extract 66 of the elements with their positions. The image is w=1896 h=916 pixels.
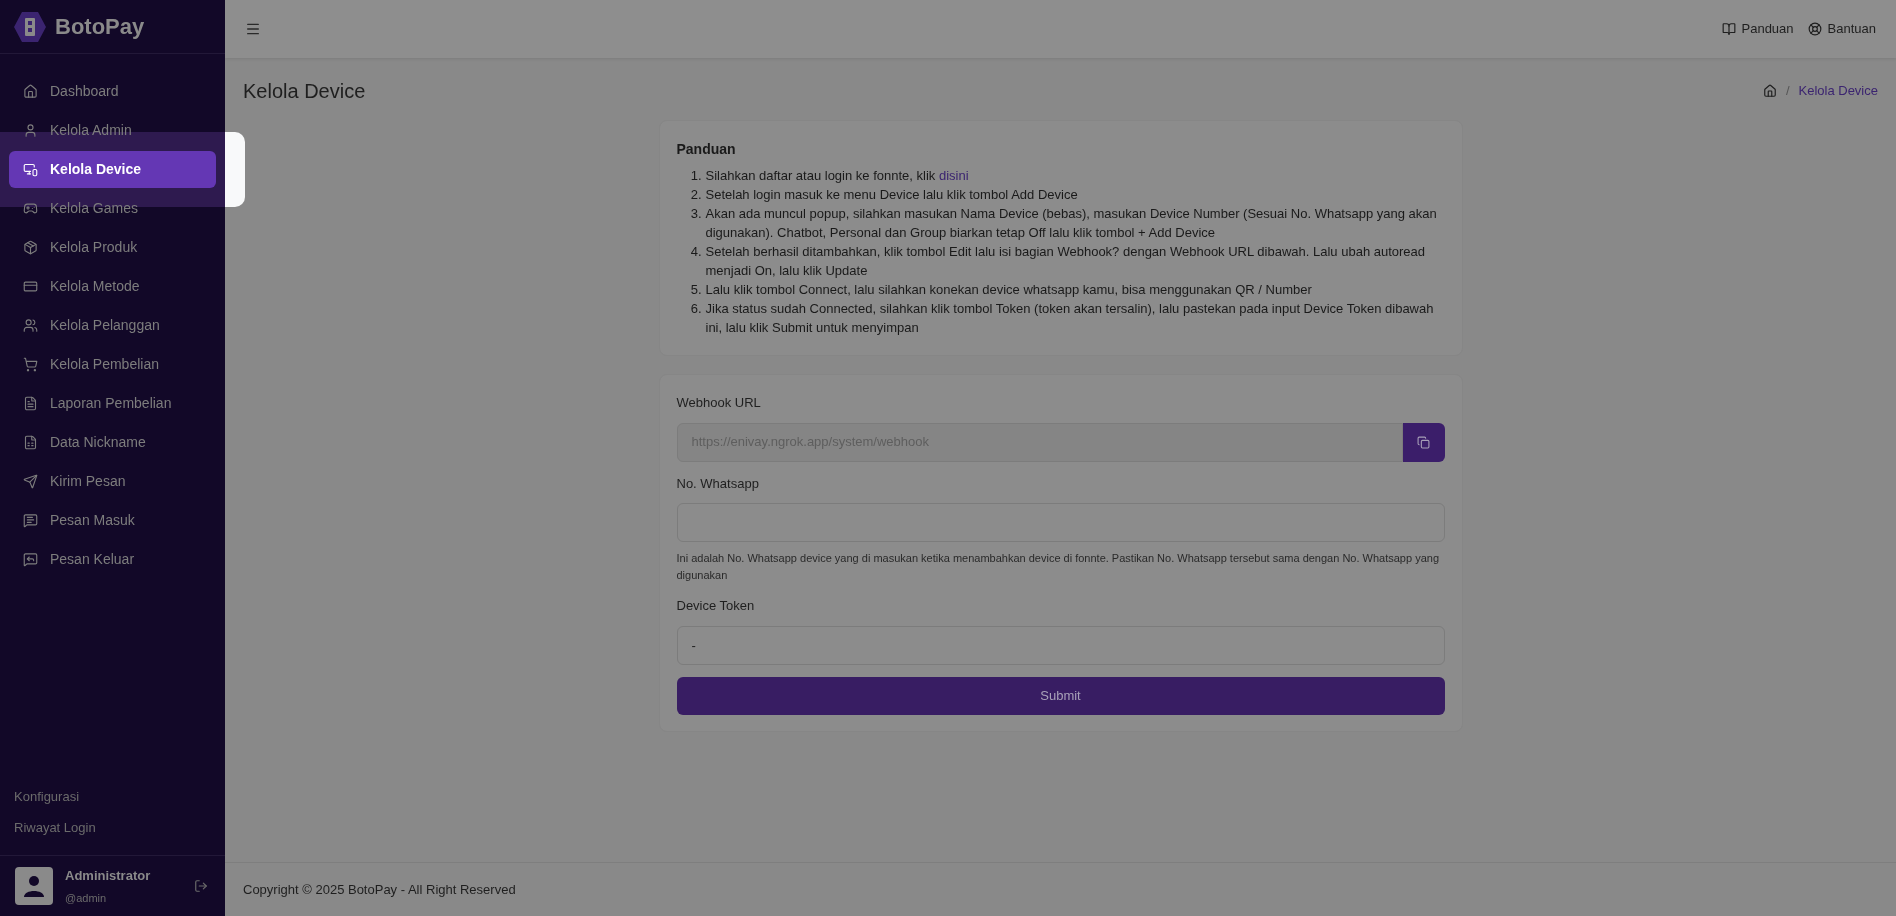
- breadcrumb-separator: /: [1785, 82, 1790, 101]
- copyright-text: Copyright © 2025 BotoPay - All Right Reserved: [243, 880, 516, 899]
- header-link[interactable]: Panduan: [1721, 19, 1794, 39]
- page-title: Kelola Device: [243, 79, 366, 104]
- user-handle: @admin: [65, 890, 108, 906]
- document-icon: [23, 396, 38, 411]
- guide-step: Silahkan daftar atau login ke fonnte, klik disini: [705, 166, 969, 185]
- register-link[interactable]: disini: [938, 168, 969, 183]
- step-number: 5.: [689, 281, 703, 299]
- home-icon: [23, 84, 38, 99]
- guide-title: Panduan: [676, 140, 737, 159]
- field-label: No. Whatsapp: [676, 474, 760, 493]
- sidebar-item[interactable]: Kirim Pesan: [9, 463, 216, 500]
- sidebar-item[interactable]: Dashboard: [9, 73, 216, 110]
- step-number: 6.: [689, 300, 703, 318]
- guide-step: Setelah berhasil ditambahkan, klik tombol Edit lalu isi bagian Webhook? dengan Webhook URL dibawah. Lalu ubah autoread menjadi On, lalu klik Update: [705, 242, 1445, 280]
- sidebar-link[interactable]: Riwayat Login: [14, 817, 211, 837]
- field-label: Webhook URL: [676, 394, 762, 412]
- sidebar-item[interactable]: Laporan Pembelian: [9, 385, 216, 422]
- step-number: 3.: [689, 205, 703, 223]
- input-field[interactable]: -: [676, 625, 1445, 665]
- guide-step: Lalu klik tombol Connect, lalu silahkan konekan device whatsapp kamu, bisa menggunakan QR / Number: [705, 280, 1312, 299]
- message-icon: [23, 513, 38, 528]
- message-reply-icon: [23, 552, 38, 567]
- sidebar-item[interactable]: Pesan Masuk: [9, 502, 216, 539]
- sidebar-item[interactable]: Kelola Produk: [9, 229, 216, 266]
- sidebar-item[interactable]: Kelola Pembelian: [9, 346, 216, 383]
- logout-icon[interactable]: [194, 879, 208, 893]
- sidebar-item[interactable]: Kelola Pelanggan: [9, 307, 216, 344]
- sidebar-item[interactable]: Pesan Keluar: [9, 541, 216, 578]
- user-icon: [23, 123, 38, 138]
- users-icon: [23, 318, 38, 333]
- sidebar-item[interactable]: Kelola Admin: [9, 112, 216, 149]
- lifebuoy-icon: [1807, 22, 1822, 36]
- spreadsheet-icon: [23, 435, 38, 450]
- sidebar-item[interactable]: Kelola Metode: [9, 268, 216, 305]
- user-name: Administrator: [65, 867, 152, 885]
- guide-step: Jika status sudah Connected, silahkan klik tombol Token (token akan tersalin), lalu pastekan pada input Device Token dibawah ini, lalu klik Submit untuk menyimpan: [705, 299, 1445, 337]
- card-icon: [23, 279, 38, 294]
- cart-icon: [23, 357, 38, 372]
- step-number: 4.: [689, 243, 703, 261]
- logo-icon: [13, 9, 47, 44]
- menu-icon[interactable]: [245, 21, 261, 37]
- book-icon: [1721, 22, 1736, 36]
- header-link[interactable]: Bantuan: [1807, 19, 1876, 39]
- send-icon: [23, 474, 38, 489]
- gamepad-icon: [23, 201, 38, 216]
- guide-step: Setelah login masuk ke menu Device lalu klik tombol Add Device: [705, 185, 1078, 204]
- person-silhouette-icon: [23, 874, 45, 898]
- field-help-text: Ini adalah No. Whatsapp device yang di masukan ketika menambahkan device di fonnte. Pastikan No. Whatsapp tersebut sama dengan No. Whatsapp yang digunakan: [676, 551, 1440, 583]
- sidebar-link[interactable]: Konfigurasi: [14, 787, 211, 807]
- step-number: 1.: [689, 167, 703, 185]
- field-label: Device Token: [676, 597, 756, 615]
- sidebar-item[interactable]: Data Nickname: [9, 424, 216, 461]
- copy-icon: [1417, 435, 1430, 449]
- submit-button[interactable]: Submit: [676, 676, 1445, 715]
- box-icon: [23, 240, 38, 255]
- sidebar-item[interactable]: Kelola Games: [9, 190, 216, 227]
- copy-button[interactable]: [1402, 422, 1445, 462]
- brand-name: BotoPay: [55, 13, 145, 41]
- devices-icon: [23, 162, 38, 177]
- guide-step: Akan ada muncul popup, silahkan masukan Nama Device (bebas), masukan Device Number (Sesuai No. Whatsapp yang akan digunakan). Chatbot, Personal dan Group biarkan tetap Off lalu klik tombol + Add Device: [705, 204, 1445, 242]
- sidebar-item[interactable]: Kelola Device: [9, 151, 216, 188]
- breadcrumb-current: Kelola Device: [1798, 82, 1878, 101]
- home-icon[interactable]: [1762, 84, 1777, 98]
- step-number: 2.: [689, 186, 703, 204]
